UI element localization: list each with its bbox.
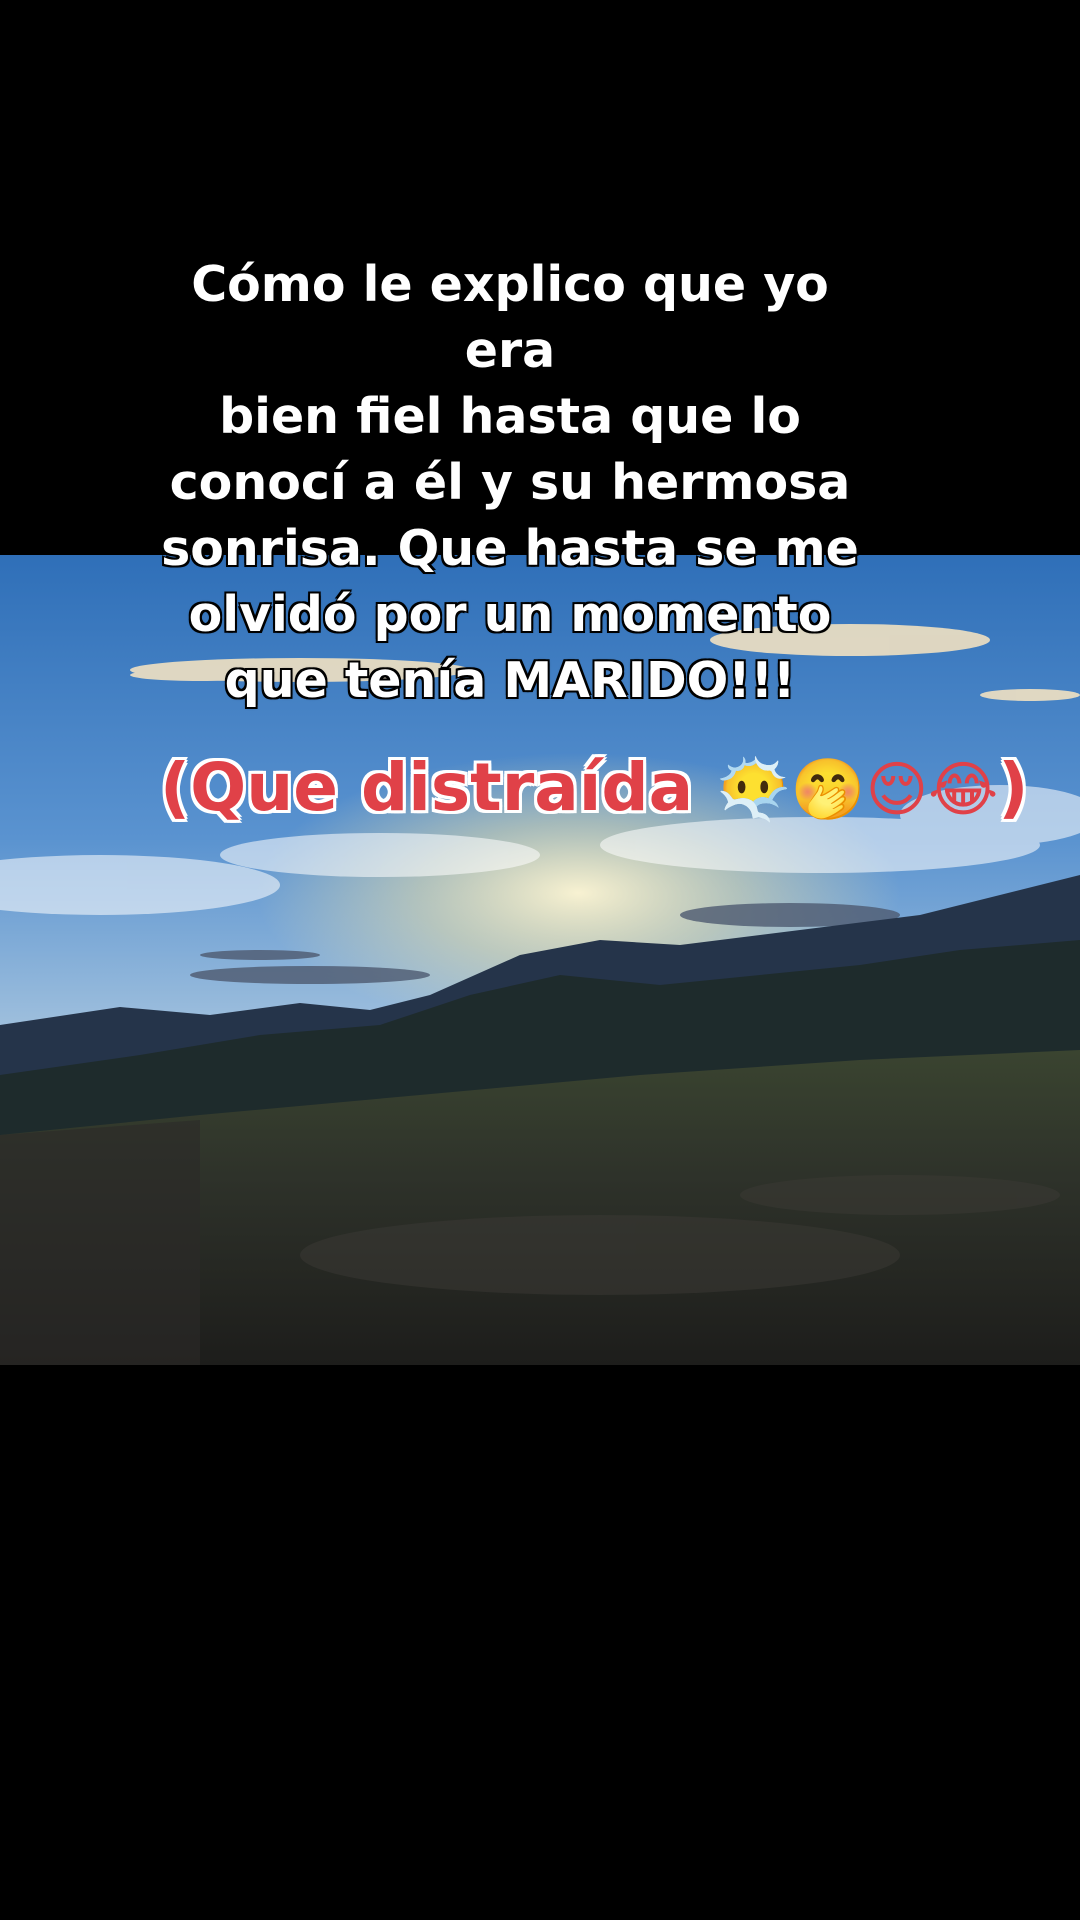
caption-line: conocí a él y su hermosa [169,453,851,512]
caption-line: olvidó por un momento [188,585,832,644]
video-accent-caption: (Que distraída 😶‍🌫️🤭😌😂) [160,745,1028,833]
relieved-face-emoji-icon: 😌 [865,755,929,825]
accent-text-close: ) [998,749,1029,826]
tears-of-joy-emoji-icon: 😂 [928,755,999,825]
accent-text-open: (Que distraída [160,749,717,826]
face-in-clouds-emoji-icon: 😶‍🌫️ [716,755,791,825]
caption-line: que tenía MARIDO!!! [224,651,796,710]
video-caption-text: Cómo le explico que yo era bien fiel hast… [140,252,880,714]
hand-over-mouth-emoji-icon: 🤭 [790,755,866,825]
video-screen[interactable]: Cómo le explico que yo era bien fiel hast… [0,0,1080,1920]
caption-line: sonrisa. Que hasta se me [160,519,859,578]
caption-line: Cómo le explico que yo era [190,255,829,380]
caption-line: bien fiel hasta que lo [218,387,801,446]
